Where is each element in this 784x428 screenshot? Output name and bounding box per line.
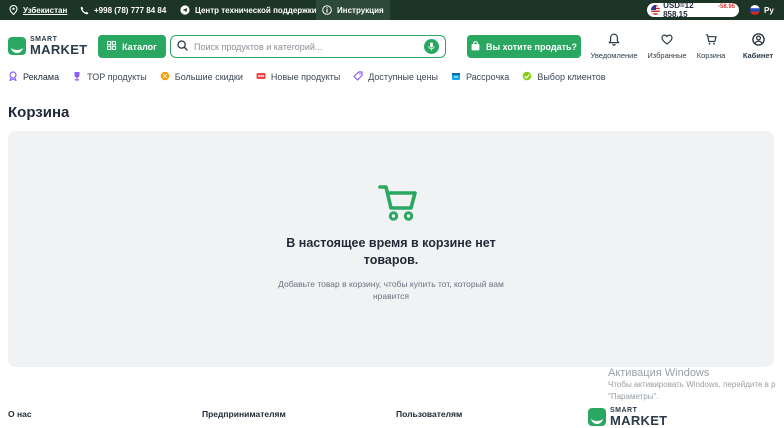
us-flag-icon xyxy=(651,5,661,15)
phone-link[interactable]: +998 (78) 777 84 84 xyxy=(79,0,166,20)
empty-cart-subtitle: Добавьте товар в корзину, чтобы купить т… xyxy=(278,279,504,301)
top-bar: Узбекистан +998 (78) 777 84 84 Центр тех… xyxy=(0,0,784,20)
nav-item-label: Выбор клиентов xyxy=(537,72,606,82)
support-label: Центр технической поддержки xyxy=(195,5,317,15)
microphone-icon[interactable] xyxy=(424,39,439,54)
currency-value: USD=12 858.15 xyxy=(663,1,694,19)
support-center-link[interactable]: Центр технической поддержки xyxy=(180,0,317,20)
nav-item-affordable-prices[interactable]: Доступные цены xyxy=(353,71,438,83)
footer-about[interactable]: О нас xyxy=(8,409,32,419)
search-input[interactable] xyxy=(194,41,418,52)
location-pin-icon xyxy=(8,5,18,15)
calendar-icon xyxy=(451,71,461,83)
cart-icon xyxy=(705,33,717,48)
cart-link[interactable]: Корзина xyxy=(693,33,729,60)
language-label: Ру xyxy=(764,5,774,15)
watermark-line-1: Чтобы активировать Windows, перейдите в … xyxy=(608,380,776,389)
language-selector[interactable]: Ру xyxy=(750,3,774,17)
account-link[interactable]: Кабинет xyxy=(740,33,776,60)
nav-item-label: Реклама xyxy=(23,72,60,82)
account-label: Кабинет xyxy=(742,51,774,60)
nav-item-label: Рассрочка xyxy=(465,72,510,82)
ru-flag-icon xyxy=(750,5,760,15)
nav-item-label: Доступные цены xyxy=(368,72,438,82)
user-icon xyxy=(751,33,765,48)
nav-item-big-discounts[interactable]: Большие скидки xyxy=(160,71,243,83)
new-badge-icon xyxy=(256,71,266,83)
region-selector[interactable]: Узбекистан xyxy=(8,0,67,20)
currency-rate[interactable]: USD=12 858.15 -58.95 xyxy=(647,1,739,19)
phone-number: +998 (78) 777 84 84 xyxy=(94,5,167,15)
smile-logo-icon xyxy=(8,37,26,55)
shopping-cart-icon xyxy=(378,184,418,227)
thumbs-up-icon xyxy=(522,71,532,83)
catalog-label: Каталог xyxy=(122,41,157,52)
sell-button[interactable]: Вы хотите продать? xyxy=(467,35,581,58)
favorites-label: Избранные xyxy=(647,51,687,60)
watermark-title: Активация Windows xyxy=(608,367,710,379)
catalog-button[interactable]: Каталог xyxy=(98,35,166,58)
notifications-link[interactable]: Уведомление xyxy=(590,33,638,60)
search-icon xyxy=(177,38,188,56)
bell-icon xyxy=(608,33,620,48)
favorites-link[interactable]: Избранные xyxy=(644,33,690,60)
phone-icon xyxy=(79,5,89,15)
nav-item-label: ТОР продукты xyxy=(87,72,147,82)
windows-activation-watermark: Активация Windows Чтобы активировать Win… xyxy=(608,367,776,403)
category-nav: Реклама ТОР продукты Большие скидки Новы… xyxy=(8,70,619,84)
trophy-icon xyxy=(72,71,82,83)
info-icon xyxy=(322,5,332,15)
shopping-bag-icon xyxy=(471,40,480,53)
nav-item-top-products[interactable]: ТОР продукты xyxy=(72,71,147,83)
footer-users[interactable]: Пользователям xyxy=(396,409,462,419)
instruction-link[interactable]: Инструкция xyxy=(316,0,390,20)
watermark-line-2: "Параметры". xyxy=(608,392,659,401)
sell-label: Вы хотите продать? xyxy=(485,41,578,52)
instruction-label: Инструкция xyxy=(337,5,384,15)
currency-delta: -58.95 xyxy=(717,4,735,10)
nav-item-new-products[interactable]: Новые продукты xyxy=(256,71,340,83)
nav-item-installments[interactable]: Рассрочка xyxy=(451,71,509,83)
megaphone-icon xyxy=(8,71,18,83)
nav-item-advertising[interactable]: Реклама xyxy=(8,71,59,83)
region-label: Узбекистан xyxy=(23,5,68,15)
discount-icon xyxy=(160,71,170,83)
empty-cart-title: В настоящее время в корзине нет товаров. xyxy=(286,236,496,267)
footer-entrepreneurs[interactable]: Предпринимателям xyxy=(202,409,286,419)
price-tag-icon xyxy=(353,71,363,83)
grid-icon xyxy=(107,41,117,52)
heart-icon xyxy=(661,33,673,48)
cart-label: Корзина xyxy=(696,51,726,60)
page-title: Корзина xyxy=(8,104,70,121)
empty-cart-panel: В настоящее время в корзине нет товаров.… xyxy=(8,131,774,367)
footer-logo-big-text: MARKET xyxy=(610,413,668,428)
footer-logo[interactable]: SMART MARKET xyxy=(588,407,667,427)
search-bar xyxy=(170,35,446,58)
smile-logo-icon xyxy=(588,408,606,426)
nav-item-label: Большие скидки xyxy=(174,72,243,82)
nav-item-label: Новые продукты xyxy=(270,72,341,82)
notifications-label: Уведомление xyxy=(590,51,638,60)
nav-item-customer-choice[interactable]: Выбор клиентов xyxy=(522,71,606,83)
send-icon xyxy=(180,5,190,15)
site-logo[interactable]: SMART MARKET xyxy=(8,36,87,56)
logo-big-text: MARKET xyxy=(30,42,88,57)
